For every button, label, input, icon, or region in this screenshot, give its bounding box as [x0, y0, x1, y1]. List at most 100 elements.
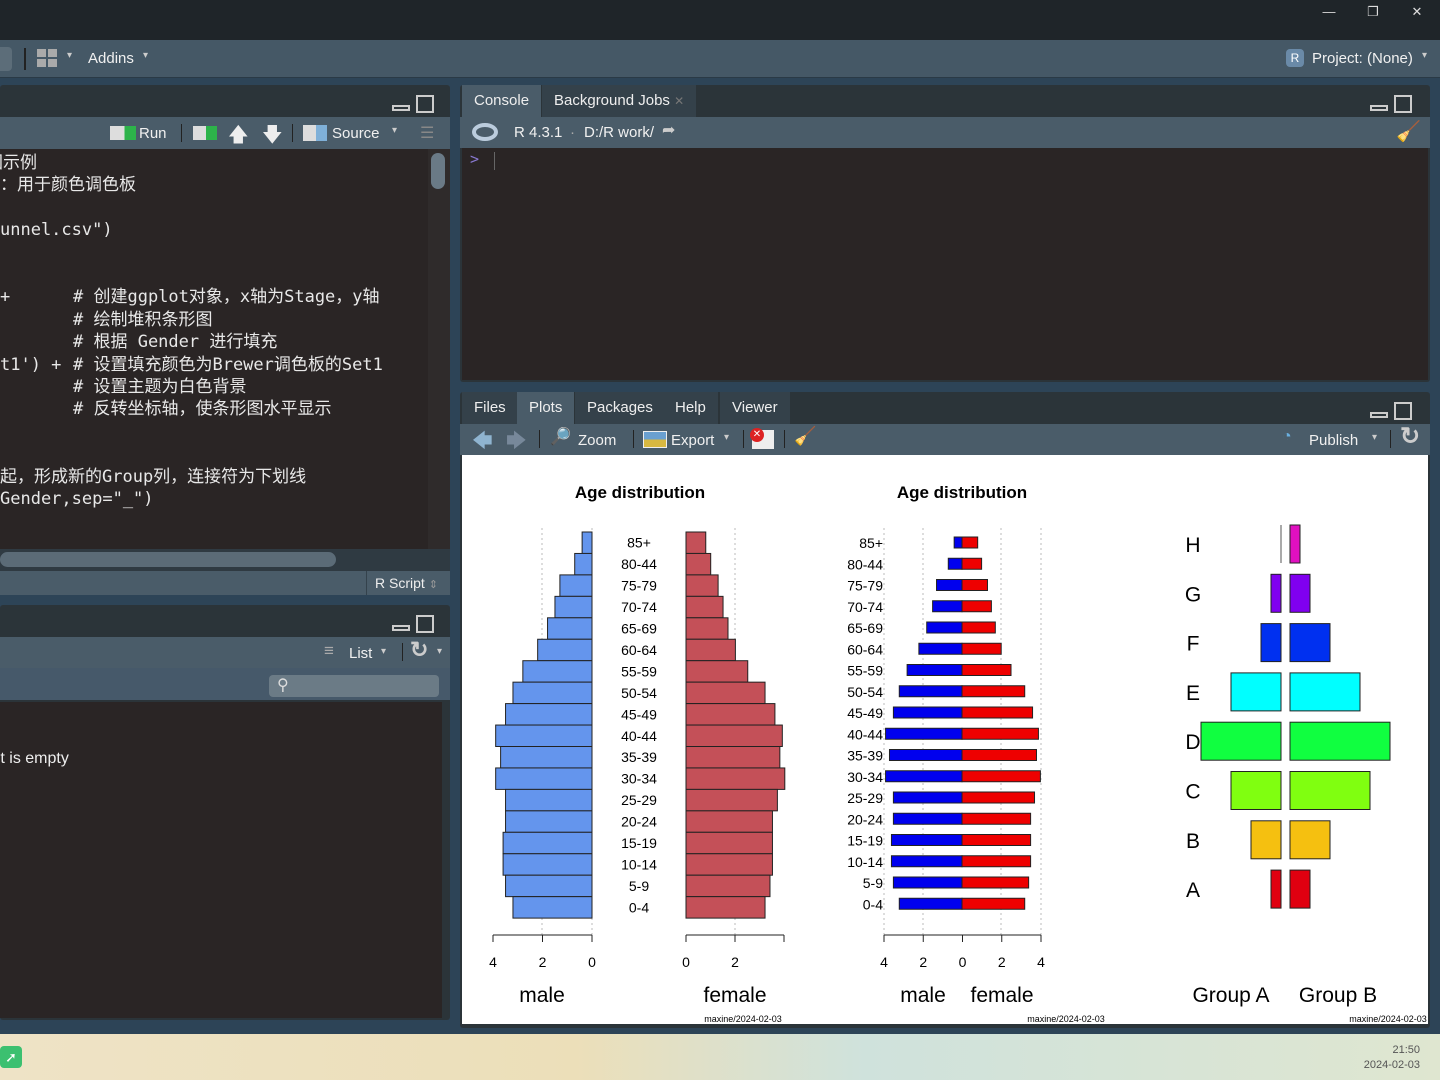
code-editor[interactable]: 图示例：用于颜色调色板 unnel.csv") + # 创建ggplot对象，x轴为S… [0, 149, 428, 549]
divider [24, 48, 26, 70]
clear-plots-broom-icon[interactable]: 🧹 [794, 426, 816, 447]
scrollbar-thumb[interactable] [0, 552, 336, 567]
bar-group-a [1270, 869, 1282, 909]
tab-console[interactable]: Console [462, 85, 542, 117]
bar-group-a [1250, 820, 1282, 860]
close-icon[interactable]: ✕ [674, 94, 684, 108]
bar-female [685, 874, 771, 898]
bar-female [961, 834, 1032, 846]
chevron-down-icon[interactable]: ▾ [381, 646, 386, 657]
bar-male [892, 791, 963, 804]
rerun-icon[interactable] [193, 126, 217, 140]
minimize-button[interactable]: — [1314, 4, 1344, 19]
bar-female [961, 642, 1002, 655]
clear-console-broom-icon[interactable]: 🧹 [1396, 119, 1421, 144]
console-output[interactable]: > [462, 148, 1428, 380]
tab-packages[interactable]: Packages [575, 392, 665, 424]
chevron-down-icon[interactable]: ▾ [392, 125, 397, 136]
tab-plots[interactable]: Plots [517, 392, 575, 424]
refresh-icon[interactable]: ↻ [410, 637, 428, 663]
bar-male [932, 600, 963, 613]
bar-female [685, 595, 724, 619]
zoom-button[interactable]: Zoom [578, 426, 616, 456]
tab-files[interactable]: Files [462, 392, 518, 424]
chevron-down-icon[interactable]: ▾ [67, 50, 72, 61]
project-menu[interactable]: Project: (None) [1312, 44, 1413, 74]
group-label: E [1186, 682, 1200, 705]
bar-male [885, 770, 963, 783]
source-button[interactable]: Source [332, 119, 380, 149]
code-text: ：用于颜色调色板 [0, 175, 136, 196]
axis-title-group-a: Group A [1192, 984, 1269, 1007]
tab-help[interactable]: Help [663, 392, 718, 424]
remove-plot-icon[interactable]: ✕ [750, 428, 774, 449]
search-row: ⚲ [0, 668, 450, 700]
addins-menu[interactable]: Addins [88, 44, 134, 74]
age-label: 5-9 [629, 878, 649, 894]
bar-male [547, 617, 593, 640]
minimize-pane-icon[interactable] [392, 95, 434, 115]
tab-background-jobs[interactable]: Background Jobs ✕ [542, 85, 697, 117]
horizontal-scrollbar[interactable] [0, 549, 450, 571]
environment-search-input[interactable]: ⚲ [269, 675, 439, 697]
file-type-selector[interactable]: R Script ⇕ [366, 571, 438, 595]
bar-female [961, 706, 1034, 719]
minimize-pane-icon[interactable] [1370, 95, 1412, 115]
age-label: 15-19 [621, 835, 657, 851]
chevron-down-icon[interactable]: ▾ [1422, 50, 1427, 61]
refresh-icon[interactable]: ↻ [1400, 422, 1420, 451]
restore-button[interactable]: ❐ [1358, 4, 1388, 20]
bar-female [685, 574, 719, 597]
chevron-down-icon[interactable]: ▾ [143, 50, 148, 61]
age-label: 10-14 [621, 856, 657, 872]
bar-male [898, 897, 963, 910]
bar-male [892, 812, 963, 825]
chevron-down-icon[interactable]: ▾ [1372, 432, 1377, 443]
app-icon[interactable]: ➚ [0, 1046, 22, 1068]
console-prompt: > [470, 150, 480, 168]
age-label: 45-49 [621, 706, 657, 722]
bar-female [961, 855, 1032, 868]
scrollbar-thumb[interactable] [431, 153, 445, 189]
export-button[interactable]: Export [671, 426, 714, 456]
publish-button[interactable]: Publish [1309, 426, 1358, 456]
chevron-down-icon[interactable]: ▾ [724, 432, 729, 443]
age-label: 75-79 [847, 578, 883, 594]
bar-group-b [1289, 524, 1301, 564]
plots-toolbar: 🡄 🡆 🔎 Zoom Export ▾ ✕ 🧹 ◔ Publish ▾ ↻ [460, 422, 1430, 456]
publish-icon: ◔ [1282, 428, 1292, 445]
code-line: # 反转坐标轴，使条形图水平显示 [0, 398, 428, 420]
bar-male [936, 579, 963, 591]
divider [402, 643, 403, 661]
vertical-scrollbar[interactable] [428, 149, 450, 549]
bar-female [961, 897, 1026, 910]
age-label: 55-59 [847, 663, 883, 679]
pane-layout-icon[interactable] [37, 49, 57, 67]
minimize-pane-icon[interactable] [392, 615, 434, 635]
system-clock[interactable]: 21:50 2024-02-03 [1364, 1043, 1420, 1073]
close-button[interactable]: ✕ [1402, 4, 1432, 20]
bar-male [574, 552, 593, 576]
code-comment: # 设置主题为白色背景 [73, 377, 247, 397]
chevron-down-icon[interactable]: ▾ [437, 646, 442, 657]
age-label: 0-4 [863, 896, 883, 912]
go-to-directory-icon[interactable]: ➦ [662, 120, 675, 140]
divider [181, 124, 182, 142]
code-comment: # 设置填充颜色为Brewer调色板的Set1 [73, 354, 383, 375]
list-view-button[interactable]: List [349, 639, 372, 669]
minimize-pane-icon[interactable] [1370, 402, 1412, 422]
toolbar-button[interactable] [0, 47, 12, 71]
tab-viewer[interactable]: Viewer [720, 392, 790, 424]
code-line: + # 创建ggplot对象，x轴为Stage，y轴 [0, 286, 428, 308]
bar-male [512, 896, 593, 919]
outline-icon[interactable]: ☰ [420, 123, 434, 143]
run-button[interactable]: Run [139, 119, 167, 149]
bar-female [961, 812, 1032, 825]
code-line: # 绘制堆积条形图 [0, 309, 428, 331]
age-label: 85+ [859, 535, 883, 551]
bar-female [685, 767, 786, 790]
bar-male [505, 703, 593, 726]
bar-male [559, 574, 593, 597]
